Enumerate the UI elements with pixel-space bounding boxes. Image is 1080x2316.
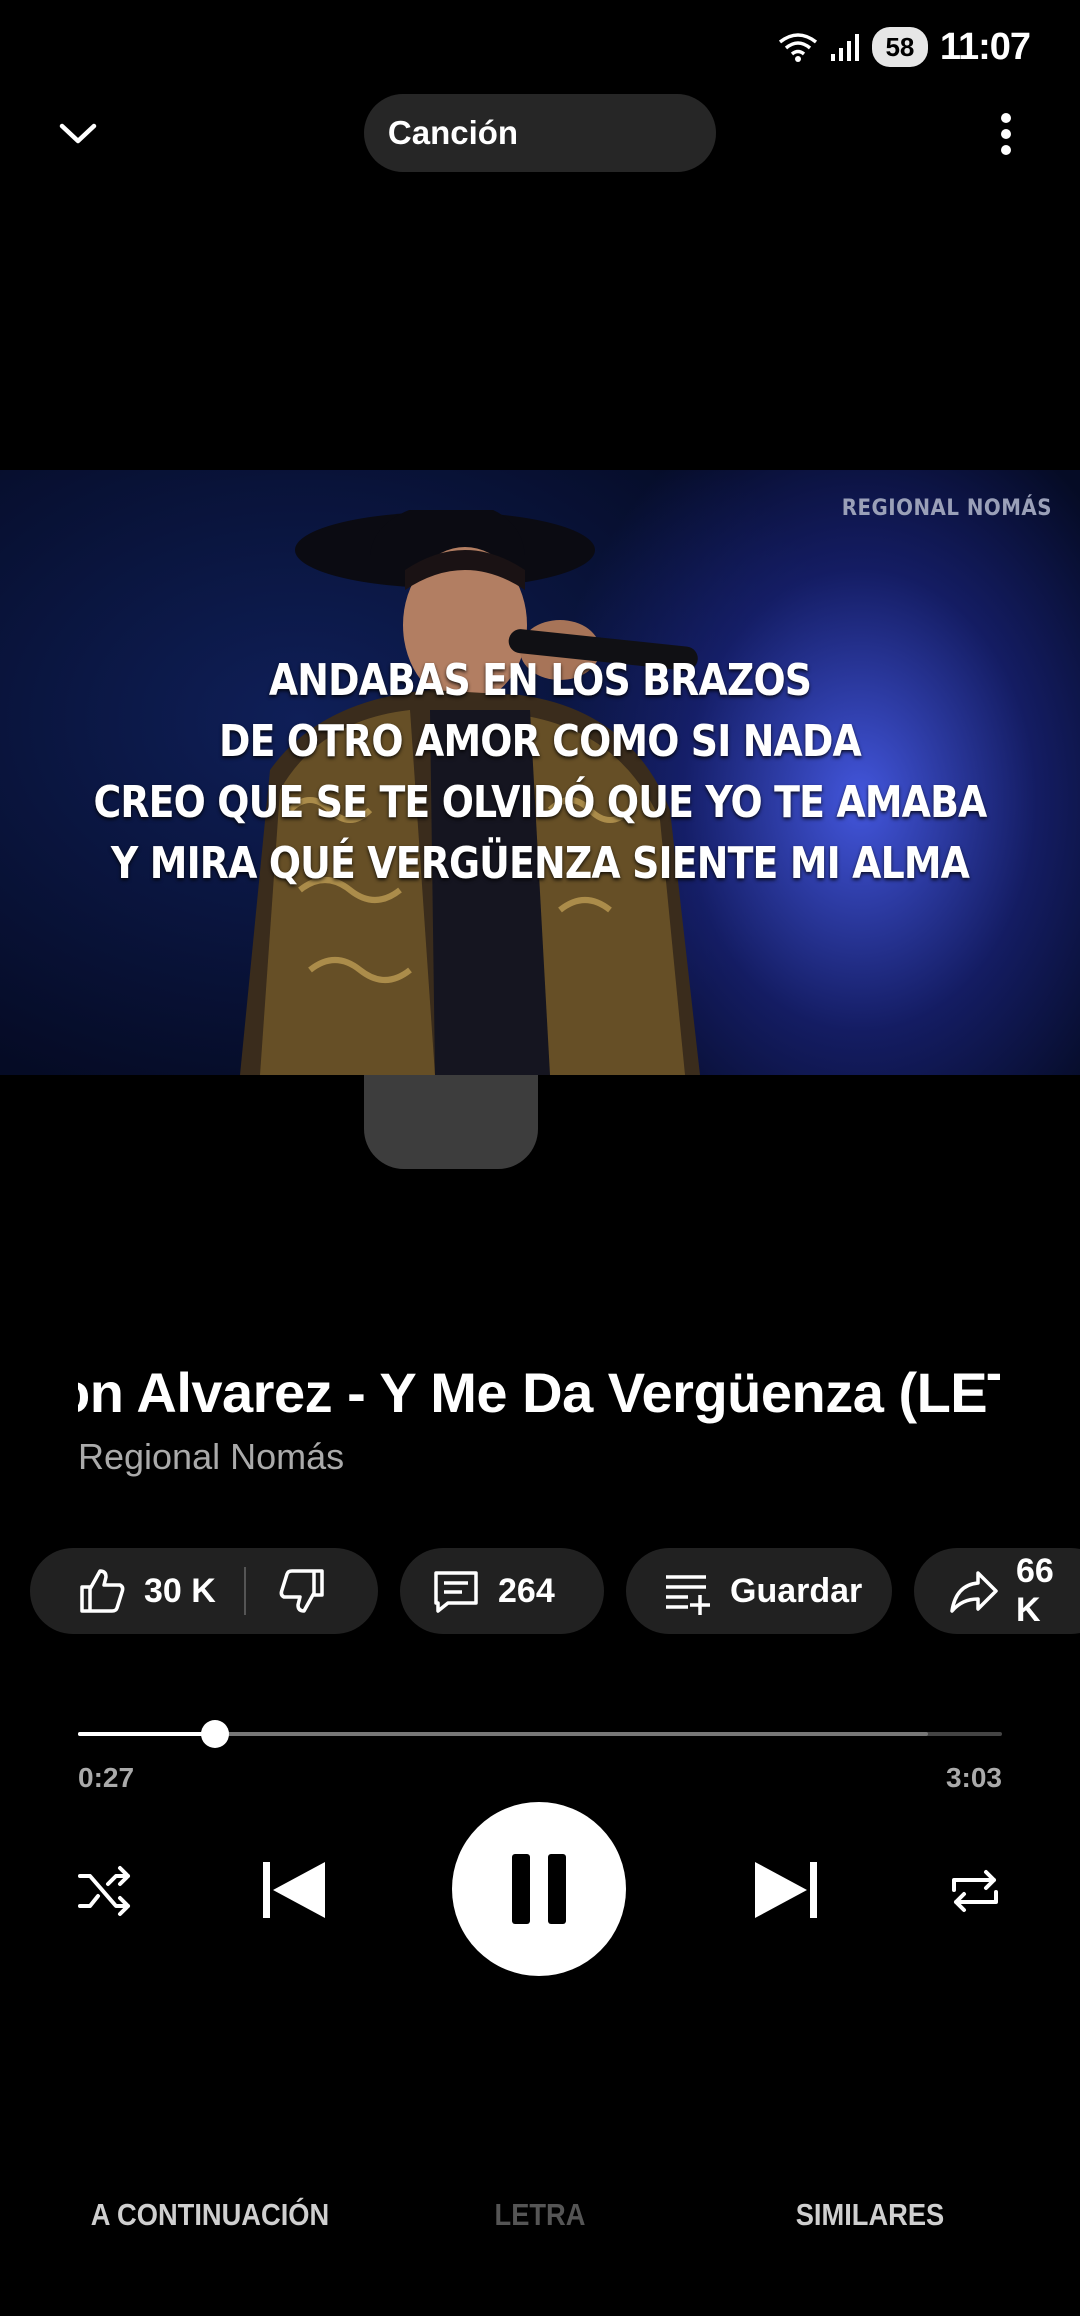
channel-watermark: REGIONAL NOMÁS <box>841 496 1052 521</box>
video-lyrics: ANDABAS EN LOS BRAZOS DE OTRO AMOR COMO … <box>0 650 1080 894</box>
skip-previous-icon <box>263 1862 325 1918</box>
duration: 3:03 <box>945 1762 1002 1793</box>
chevron-down-icon <box>59 123 97 144</box>
tab-related[interactable]: SIMILARES <box>738 2180 1002 2250</box>
thumbs-down-icon[interactable] <box>276 1565 328 1617</box>
seek-played <box>78 1732 215 1736</box>
action-chips: 30 K 264 Guardar 66 K <box>30 1548 1080 1634</box>
video-player[interactable]: REGIONAL NOMÁS ANDABAS EN LOS BRAZOS DE … <box>0 470 1080 1075</box>
signal-icon <box>830 34 859 61</box>
wifi-icon <box>778 33 817 62</box>
share-button[interactable]: 66 K <box>914 1548 1080 1634</box>
battery-indicator: 58 <box>871 27 928 67</box>
collapse-button[interactable] <box>48 104 108 164</box>
status-clock: 11:07 <box>939 25 1031 68</box>
tab-lyrics[interactable]: LETRA <box>452 2180 628 2250</box>
song-title: on Alvarez - Y Me Da Vergüenza (LETRA) <box>78 1360 1000 1430</box>
playlist-add-icon <box>666 1575 710 1615</box>
thumbs-up-icon[interactable] <box>76 1565 128 1617</box>
next-button[interactable] <box>746 1850 826 1930</box>
comment-icon <box>434 1571 478 1613</box>
shuffle-button[interactable] <box>70 1856 140 1926</box>
repeat-icon <box>952 1870 998 1912</box>
like-count[interactable]: 30 K <box>144 1572 216 1611</box>
comments-button[interactable]: 264 <box>400 1548 604 1634</box>
shuffle-icon <box>78 1866 130 1916</box>
player-top-bar: Canción Video <box>0 92 1080 1169</box>
tab-song[interactable]: Canción <box>364 94 542 172</box>
pause-icon <box>512 1854 566 1924</box>
song-title-text: on Alvarez - Y Me Da Vergüenza (LETRA) <box>78 1361 1000 1424</box>
lyric-line: ANDABAS EN LOS BRAZOS <box>268 655 812 706</box>
like-dislike-chip: 30 K <box>30 1548 378 1634</box>
save-button[interactable]: Guardar <box>626 1548 892 1634</box>
comment-count: 264 <box>498 1571 555 1610</box>
status-bar: 58 11:07 <box>0 0 1080 96</box>
save-label: Guardar <box>730 1571 863 1610</box>
more-options-button[interactable] <box>976 104 1036 164</box>
tab-up-next[interactable]: A CONTINUACIÓN <box>69 2180 351 2250</box>
more-vertical-icon <box>1001 113 1011 155</box>
lyric-line: CREO QUE SE TE OLVIDÓ QUE YO TE AMABA <box>93 777 987 828</box>
seek-bar[interactable] <box>78 1720 1002 1748</box>
chip-divider <box>243 1567 246 1615</box>
bottom-tabs: A CONTINUACIÓN LETRA SIMILARES <box>0 2180 1080 2250</box>
artist-name[interactable]: Regional Nomás <box>78 1436 344 1478</box>
skip-next-icon <box>755 1862 817 1918</box>
current-time: 0:27 <box>78 1762 135 1793</box>
playback-controls <box>0 1800 1080 1976</box>
share-icon <box>950 1571 998 1613</box>
lyric-line: DE OTRO AMOR COMO SI NADA <box>219 716 862 767</box>
lyric-line: Y MIRA QUÉ VERGÜENZA SIENTE MI ALMA <box>110 838 970 889</box>
repeat-button[interactable] <box>940 1856 1010 1926</box>
song-video-toggle: Canción Video <box>364 94 716 1169</box>
previous-button[interactable] <box>254 1850 334 1930</box>
status-icons: 58 11:07 <box>778 22 1031 72</box>
play-pause-button[interactable] <box>452 1802 626 1976</box>
seek-thumb[interactable] <box>200 1720 229 1748</box>
share-count: 66 K <box>1016 1552 1054 1629</box>
